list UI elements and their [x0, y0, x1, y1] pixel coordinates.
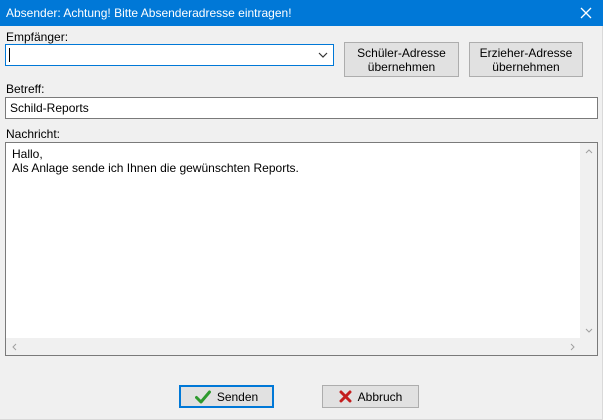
message-textarea[interactable]: Hallo, Als Anlage sende ich Ihnen die ge… — [5, 142, 598, 356]
student-address-button-label: Schüler-Adresse übernehmen — [357, 45, 446, 74]
email-dialog: Absender: Achtung! Bitte Absenderadresse… — [0, 0, 603, 420]
educator-address-button[interactable]: Erzieher-Adresse übernehmen — [469, 42, 583, 77]
subject-label: Betreff: — [6, 82, 45, 96]
cancel-button[interactable]: Abbruch — [322, 385, 419, 408]
scroll-up-icon[interactable] — [580, 143, 597, 160]
message-label: Nachricht: — [6, 127, 61, 141]
student-address-button[interactable]: Schüler-Adresse übernehmen — [344, 42, 459, 77]
scrollbar-corner — [580, 338, 597, 355]
checkmark-icon — [194, 390, 211, 404]
horizontal-scrollbar[interactable] — [6, 338, 581, 355]
send-button[interactable]: Senden — [179, 385, 274, 408]
message-text: Hallo, Als Anlage sende ich Ihnen die ge… — [12, 147, 299, 175]
subject-input[interactable]: Schild-Reports — [5, 97, 598, 119]
x-mark-icon — [339, 390, 352, 403]
close-button[interactable] — [569, 0, 603, 26]
title-bar[interactable]: Absender: Achtung! Bitte Absenderadresse… — [0, 0, 603, 26]
window-title: Absender: Achtung! Bitte Absenderadresse… — [6, 6, 292, 20]
vertical-scrollbar[interactable] — [580, 143, 597, 339]
cancel-button-label: Abbruch — [357, 389, 403, 404]
text-cursor — [9, 48, 10, 62]
send-button-label: Senden — [216, 389, 259, 404]
recipient-label: Empfänger: — [6, 30, 69, 44]
recipient-combobox[interactable] — [5, 44, 334, 66]
scroll-down-icon[interactable] — [580, 322, 597, 339]
chevron-down-icon[interactable] — [315, 45, 331, 65]
scroll-right-icon[interactable] — [564, 338, 581, 355]
scroll-left-icon[interactable] — [6, 338, 23, 355]
educator-address-button-label: Erzieher-Adresse übernehmen — [479, 45, 573, 74]
close-icon — [580, 7, 592, 19]
